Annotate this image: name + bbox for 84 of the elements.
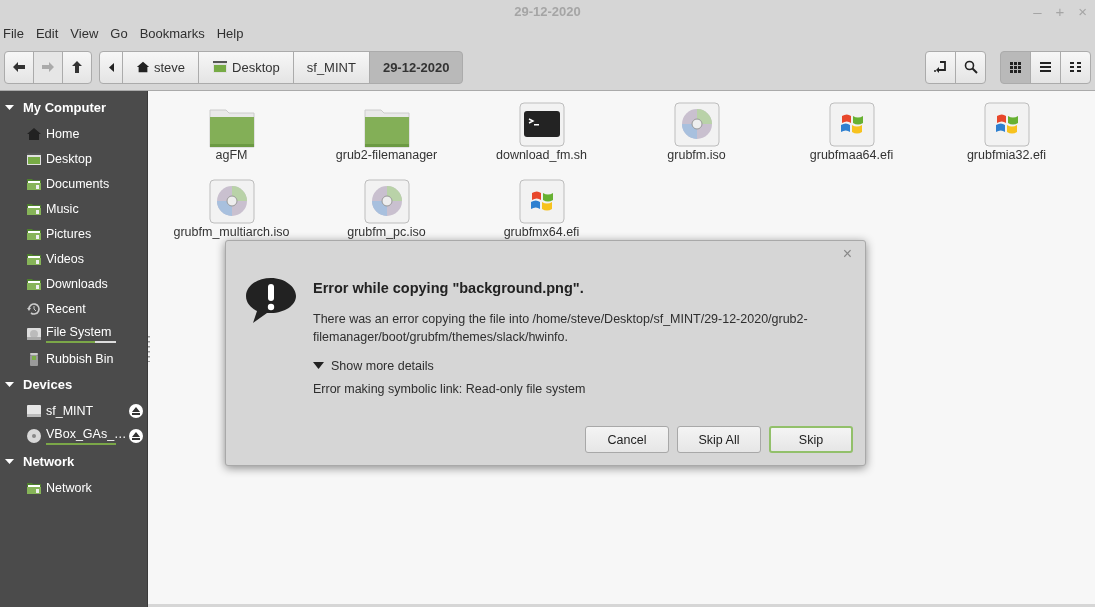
sidebar-item[interactable]: Pictures	[0, 221, 147, 246]
folder-icon	[363, 108, 410, 148]
sidebar-item[interactable]: Documents	[0, 171, 147, 196]
eject-button[interactable]	[129, 428, 143, 443]
drive-icon	[26, 402, 42, 419]
list-view-button[interactable]	[1030, 50, 1061, 84]
history-icon	[26, 300, 42, 317]
disc-icon	[26, 427, 42, 444]
path-scroll-button[interactable]	[99, 50, 123, 84]
menu-item[interactable]: Bookmarks	[139, 25, 212, 41]
sidebar-heading[interactable]: Devices	[0, 371, 147, 398]
screen-icon	[212, 59, 229, 75]
up-button[interactable]	[62, 50, 92, 84]
usage-bar	[46, 340, 116, 343]
sidebar-item[interactable]: VBox_GAs_…	[0, 423, 147, 448]
folder-icon	[208, 108, 255, 148]
file-name[interactable]: grubfm.iso	[667, 149, 726, 162]
error-detail: Error making symbolic link: Read-only file system	[313, 382, 587, 396]
caret-down-icon	[5, 457, 14, 466]
menu-item[interactable]: View	[70, 25, 106, 41]
caret-left-icon	[108, 62, 114, 72]
arrow-up-icon	[72, 61, 82, 73]
sidebar-item[interactable]: Music	[0, 196, 147, 221]
sidebar-item[interactable]: Recent	[0, 296, 147, 321]
file-name[interactable]: grubfm_pc.iso	[347, 226, 426, 239]
grid-icon	[1010, 61, 1021, 73]
compact-list-icon	[1070, 62, 1081, 72]
sidebar-heading[interactable]: My Computer	[0, 94, 147, 121]
arrow-right-icon	[42, 62, 54, 72]
house-icon	[26, 125, 42, 142]
path-button[interactable]: sf_MINT	[292, 50, 370, 84]
flag-icon	[983, 102, 1030, 148]
error-message: There was an error copying the file into /home/steve/Desktop/sf_MINT/29-12-2020/grub2-filemanager/boot/grubfm/themes/slack/hwinfo.	[313, 311, 809, 346]
dialog-button[interactable]: Cancel	[585, 426, 669, 453]
menu-item[interactable]: Help	[216, 25, 251, 41]
dialog-button[interactable]: Skip All	[677, 426, 761, 453]
sidebar-item[interactable]: Rubbish Bin	[0, 346, 147, 371]
eject-icon	[132, 431, 140, 440]
flag-icon	[518, 179, 565, 225]
menu-item[interactable]: File	[3, 25, 31, 41]
icon-view-button[interactable]	[1000, 50, 1031, 84]
file-name[interactable]: grubfmia32.efi	[966, 149, 1047, 162]
file-name[interactable]: agFM	[215, 149, 248, 162]
dialog-title: Error while copying "background.png".	[313, 280, 585, 296]
flag-icon	[828, 102, 875, 148]
eject-button[interactable]	[129, 403, 143, 418]
usage-bar	[46, 442, 116, 445]
file-name[interactable]: grubfmx64.efi	[503, 226, 580, 239]
search-icon	[963, 60, 978, 74]
back-button[interactable]	[4, 50, 34, 84]
path-button[interactable]: Desktop	[198, 50, 294, 84]
eject-icon	[132, 406, 140, 415]
search-button[interactable]	[955, 50, 986, 84]
screen-icon	[26, 150, 42, 167]
path-button[interactable]: steve	[122, 50, 200, 84]
terminal-icon	[518, 102, 565, 148]
menu-item[interactable]: Go	[110, 25, 135, 41]
caret-down-icon	[313, 362, 324, 370]
hard-drive-icon	[26, 325, 42, 342]
details-expander[interactable]: Show more details	[313, 359, 848, 373]
sidebar-item[interactable]: Desktop	[0, 146, 147, 171]
file-name[interactable]: grubfm_multiarch.iso	[173, 226, 290, 239]
file-name[interactable]: grub2-filemanager	[335, 149, 438, 162]
sidebar-item[interactable]: Network	[0, 475, 147, 500]
enter-icon	[933, 60, 948, 74]
arrow-left-icon	[13, 62, 25, 72]
house-icon	[136, 60, 150, 74]
dialog-button[interactable]: Skip	[769, 426, 853, 453]
file-name[interactable]: grubfmaa64.efi	[809, 149, 894, 162]
list-icon	[1040, 62, 1051, 72]
sidebar-item[interactable]: Downloads	[0, 271, 147, 296]
sidebar-item[interactable]: sf_MINT	[0, 398, 147, 423]
sidebar-item[interactable]: Videos	[0, 246, 147, 271]
alert-icon	[245, 277, 297, 324]
path-button[interactable]: 29-12-2020	[368, 50, 464, 84]
caret-down-icon	[5, 103, 14, 112]
sidebar-item[interactable]: Home	[0, 121, 147, 146]
file-name[interactable]: download_fm.sh	[496, 149, 587, 162]
sidebar-item[interactable]: File System	[0, 321, 147, 346]
sidebar-heading[interactable]: Network	[0, 448, 147, 475]
compact-view-button[interactable]	[1060, 50, 1091, 84]
caret-down-icon	[5, 380, 14, 389]
menu-item[interactable]: Edit	[35, 25, 66, 41]
location-toggle-button[interactable]	[925, 50, 956, 84]
